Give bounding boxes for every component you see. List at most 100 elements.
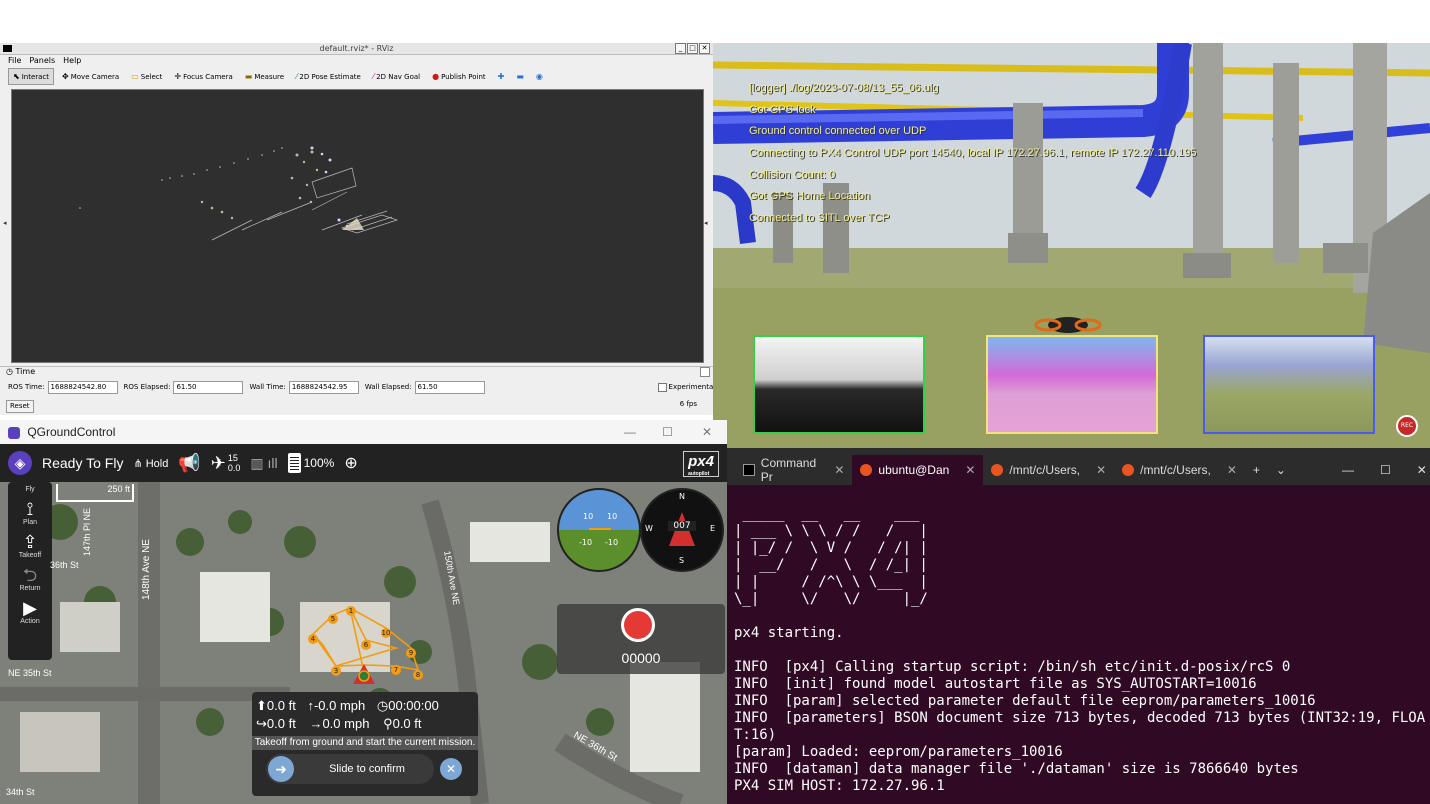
terminal-output[interactable]: _____ __ __ ___ | ___ \ \ \ / / / | | |_…	[734, 506, 1425, 795]
terminal-tab-active[interactable]: ubuntu@Dan ✕	[852, 455, 984, 485]
megaphone-icon[interactable]: 📢	[178, 453, 200, 474]
right-panel-toggle-icon[interactable]: ◂	[704, 219, 708, 227]
minimize-icon[interactable]: _	[675, 43, 686, 54]
tool-move-camera[interactable]: ✥ Move Camera	[58, 69, 123, 84]
tool-2d-pose-estimate[interactable]: ⁄ 2D Pose Estimate	[292, 69, 365, 84]
green-arrow-icon: ⁄	[296, 72, 298, 81]
slide-to-confirm[interactable]: ➜ Slide to confirm	[266, 754, 434, 784]
sim-log-line: Connecting to PX4 Control UDP port 14540…	[749, 147, 1197, 159]
ros-time-field[interactable]: 1688824542.80	[47, 380, 118, 394]
tool-measure[interactable]: ▬ Measure	[241, 69, 288, 84]
return-button[interactable]: ⮌ Return	[8, 565, 52, 592]
fly-label: Fly	[25, 486, 35, 493]
tool-select[interactable]: ▭ Select	[127, 69, 166, 84]
rc-signal-icon[interactable]: ▥ ıll	[250, 455, 277, 472]
home-distance-icon: ⚲	[383, 716, 393, 731]
px4-banner: _____ __ __ ___ | ___ \ \ \ / / / | | |_…	[734, 506, 928, 607]
wall-elapsed-field[interactable]: 61.50	[414, 380, 485, 394]
close-icon[interactable]: ✕	[702, 420, 712, 444]
rviz-3d-view[interactable]	[11, 89, 704, 363]
menu-help[interactable]: Help	[63, 55, 81, 66]
rviz-window-title: default.rviz* - RViz	[319, 44, 394, 53]
banner-line: \_| \/ \/ |_/	[734, 591, 928, 607]
add-tool-button[interactable]: ✚	[494, 69, 509, 84]
new-tab-button[interactable]: +	[1245, 455, 1268, 485]
tool-options-button[interactable]: ◉	[532, 69, 547, 84]
qgc-app-icon	[8, 426, 20, 439]
waypoint-marker[interactable]: 7	[391, 657, 401, 676]
terminal-tab[interactable]: /mnt/c/Users, ✕	[983, 455, 1114, 485]
crosshair-icon[interactable]: ⊕	[344, 453, 357, 473]
terminal-tabbar: Command Pr ✕ ubuntu@Dan ✕ /mnt/c/Users, ✕ /…	[727, 448, 1430, 485]
maximize-icon[interactable]: ☐	[662, 420, 673, 444]
banner-line: _____ __ __ ___	[742, 506, 920, 522]
waypoint-marker[interactable]: 1	[346, 598, 356, 617]
tool-publish-point[interactable]: ● Publish Point	[428, 69, 490, 84]
slide-handle-arrow-icon[interactable]: ➜	[268, 756, 294, 782]
remove-tool-button[interactable]: ▬	[512, 69, 528, 84]
video-widget: 00000	[557, 604, 725, 674]
cmd-icon	[743, 464, 755, 476]
close-button[interactable]: ✕	[1409, 455, 1430, 485]
minimize-icon[interactable]: —	[624, 420, 636, 444]
waypoint-marker[interactable]: 5	[328, 606, 338, 625]
terminal-line: INFO [px4] Calling startup script: /bin/…	[734, 659, 1291, 675]
tab-dropdown-button[interactable]: ⌄	[1268, 455, 1294, 485]
tool-focus-camera[interactable]: ✛ Focus Camera	[170, 69, 236, 84]
waypoint-marker[interactable]: 3	[331, 658, 341, 677]
depth-camera-thumbnail[interactable]	[753, 335, 925, 434]
plan-button[interactable]: ⟟ Plan	[8, 499, 52, 526]
close-tab-icon[interactable]: ✕	[1096, 463, 1106, 477]
takeoff-button[interactable]: ⇪ Takeoff	[8, 532, 52, 559]
experimental-checkbox[interactable]: Experimental	[657, 382, 715, 392]
satellite-count: 15	[227, 453, 238, 463]
close-icon[interactable]: ✕	[699, 43, 710, 54]
vehicle-status[interactable]: Ready To Fly	[42, 455, 123, 471]
checkbox-box[interactable]	[657, 382, 667, 392]
vertical-speed-value: -0.0 mph	[313, 698, 366, 713]
ros-elapsed-field[interactable]: 61.50	[173, 380, 244, 394]
qgc-logo-icon[interactable]: ◈	[8, 451, 32, 475]
waypoint-marker[interactable]: 9	[406, 640, 416, 659]
close-tab-icon[interactable]: ✕	[834, 463, 844, 477]
banner-line: | |_/ / \ V / / /| |	[734, 540, 928, 556]
vehicle-icon[interactable]	[353, 664, 375, 684]
waypoint-marker[interactable]: 4	[308, 626, 318, 645]
qgc-toolbar: ◈ Ready To Fly ⋔ Hold 📢 ✈ 15 0.0 ▥ ıll 1…	[0, 444, 727, 482]
terminal-tab[interactable]: Command Pr ✕	[735, 455, 852, 485]
battery-indicator[interactable]: 100%	[287, 453, 334, 473]
waypoint-marker[interactable]: 10	[381, 620, 391, 639]
menu-panels[interactable]: Panels	[29, 55, 55, 66]
wall-time-field[interactable]: 1688824542.95	[288, 380, 359, 394]
cancel-icon[interactable]: ✕	[440, 758, 462, 780]
rviz-menubar: File Panels Help	[0, 55, 721, 66]
terminal-tab[interactable]: /mnt/c/Users, ✕	[1114, 455, 1245, 485]
scene-camera-thumbnail[interactable]	[1203, 335, 1375, 434]
record-button[interactable]: REC	[1396, 415, 1418, 437]
tool-2d-nav-goal[interactable]: ⁄ 2D Nav Goal	[369, 69, 424, 84]
tool-interact[interactable]: ⬉ Interact	[8, 68, 55, 85]
maximize-button[interactable]: ☐	[1372, 455, 1399, 485]
attitude-indicator: 10 10 -10 -10	[557, 488, 641, 572]
segmentation-camera-thumbnail[interactable]	[986, 335, 1158, 434]
record-button-outer[interactable]	[621, 608, 655, 642]
rviz-toolbar: ⬉ Interact ✥ Move Camera ▭ Select ✛ Focus Ca…	[0, 67, 721, 86]
maximize-icon[interactable]: □	[687, 43, 698, 54]
flight-mode-selector[interactable]: ⋔ Hold	[133, 457, 168, 470]
reset-button[interactable]: Reset	[6, 400, 34, 413]
time-panel-close-button[interactable]	[700, 367, 710, 377]
waypoint-marker[interactable]: 6	[361, 632, 371, 651]
close-tab-icon[interactable]: ✕	[1227, 463, 1237, 477]
rviz-titlebar: default.rviz* - RViz _ □ ✕	[0, 43, 713, 55]
menu-file[interactable]: File	[8, 55, 21, 66]
action-button[interactable]: ▶ Action	[8, 598, 52, 625]
waypoint-marker[interactable]: 8	[413, 662, 423, 681]
red-pin-icon: ●	[432, 72, 440, 81]
minimize-button[interactable]: —	[1334, 455, 1362, 485]
left-panel-toggle-icon[interactable]: ◂	[3, 219, 7, 227]
close-tab-icon[interactable]: ✕	[965, 463, 975, 477]
terminal-line: INFO [param] selected parameter default …	[734, 693, 1316, 709]
compass: N W E S 007	[640, 488, 724, 572]
takeoff-icon: ⇪	[22, 532, 38, 552]
gps-indicator[interactable]: ✈ 15 0.0	[211, 453, 241, 474]
